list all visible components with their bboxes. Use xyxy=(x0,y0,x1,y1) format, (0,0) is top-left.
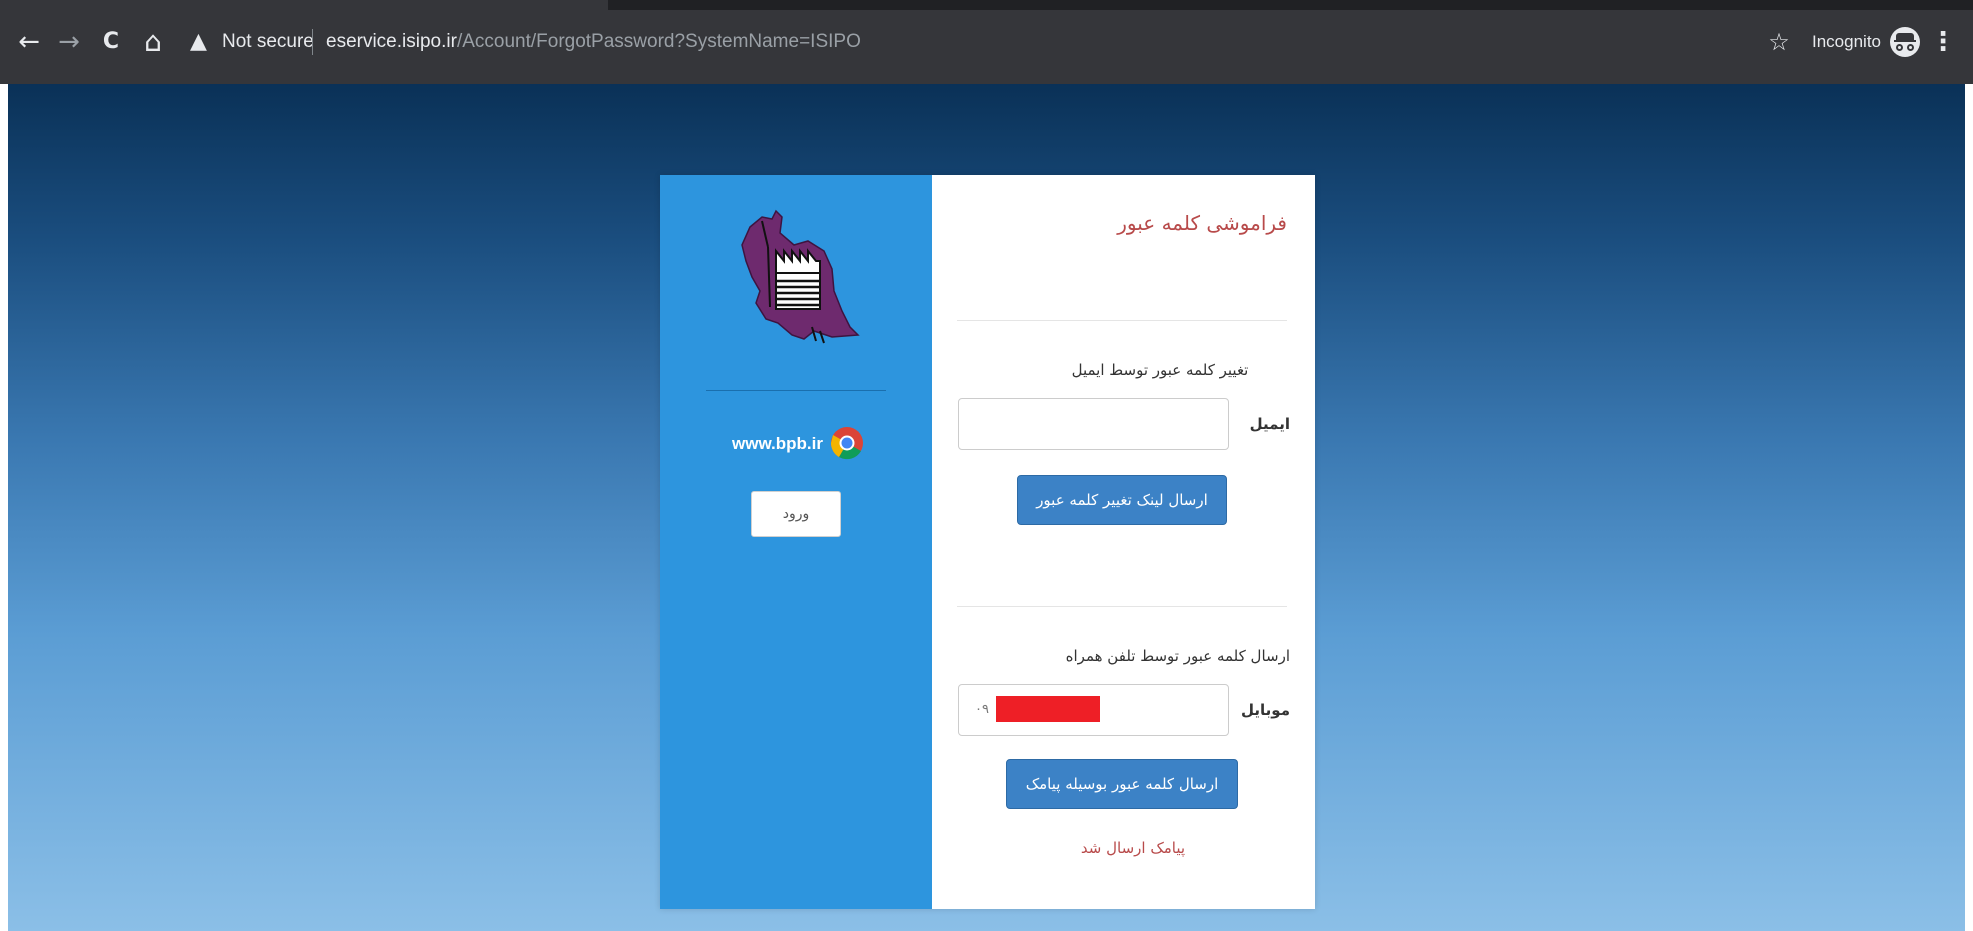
browser-menu-icon[interactable]: ⋮ xyxy=(1930,22,1956,62)
email-input[interactable] xyxy=(958,398,1229,450)
forgot-password-card: www.bpb.ir ورود فراموشی کلمه عبور تغییر … xyxy=(660,175,1315,909)
incognito-hat-shape xyxy=(1896,33,1914,40)
site-link[interactable]: www.bpb.ir xyxy=(732,427,823,461)
reload-icon[interactable]: C xyxy=(94,20,128,64)
forward-arrow-icon[interactable]: → xyxy=(52,20,86,64)
organization-logo xyxy=(741,209,860,344)
mobile-value: ۰۹ xyxy=(975,702,989,717)
section-divider xyxy=(957,606,1287,607)
mobile-section-heading: ارسال کلمه عبور توسط تلفن همراه xyxy=(1065,647,1290,665)
browser-toolbar: ← → C ⌂ ▲ Not secure eservice.isipo.ir/A… xyxy=(0,0,1973,84)
back-arrow-icon[interactable]: ← xyxy=(12,20,46,64)
send-sms-button[interactable]: ارسال کلمه عبور بوسیله پیامک xyxy=(1006,759,1238,809)
mobile-label: موبایل xyxy=(1241,701,1290,719)
warning-icon[interactable]: ▲ xyxy=(190,24,212,60)
incognito-lens-right xyxy=(1907,44,1914,51)
send-reset-link-button[interactable]: ارسال لینک تغییر کلمه عبور xyxy=(1017,475,1227,525)
chrome-center xyxy=(841,437,853,449)
incognito-brim-shape xyxy=(1894,40,1916,42)
incognito-icon[interactable] xyxy=(1890,27,1920,57)
section-divider xyxy=(957,320,1287,321)
mobile-input[interactable]: ۰۹ xyxy=(958,684,1229,736)
chrome-logo-icon xyxy=(830,427,863,460)
incognito-label[interactable]: Incognito xyxy=(1812,24,1881,60)
url-host: eservice.isipo.ir xyxy=(326,31,457,52)
home-icon[interactable]: ⌂ xyxy=(136,20,170,64)
omnibox-divider xyxy=(312,29,313,55)
card-sidebar: www.bpb.ir ورود xyxy=(660,175,932,909)
url-path: /Account/ForgotPassword?SystemName=ISIPO xyxy=(456,31,861,52)
incognito-lens-left xyxy=(1896,44,1903,51)
email-label: ایمیل xyxy=(1249,415,1290,433)
factory-body-shape xyxy=(775,272,821,310)
email-section-heading: تغییر کلمه عبور توسط ایمیل xyxy=(1071,361,1249,379)
address-bar[interactable]: eservice.isipo.ir/Account/ForgotPassword… xyxy=(326,24,861,60)
tab-strip xyxy=(608,0,1973,10)
sidebar-divider xyxy=(706,390,886,391)
bookmark-star-icon[interactable]: ☆ xyxy=(1764,24,1794,60)
security-status[interactable]: Not secure xyxy=(222,24,314,60)
sms-status-message: پیامک ارسال شد xyxy=(1080,839,1186,857)
redaction-box xyxy=(996,696,1100,722)
login-button[interactable]: ورود xyxy=(751,491,841,537)
page-title: فراموشی کلمه عبور xyxy=(1117,211,1287,235)
